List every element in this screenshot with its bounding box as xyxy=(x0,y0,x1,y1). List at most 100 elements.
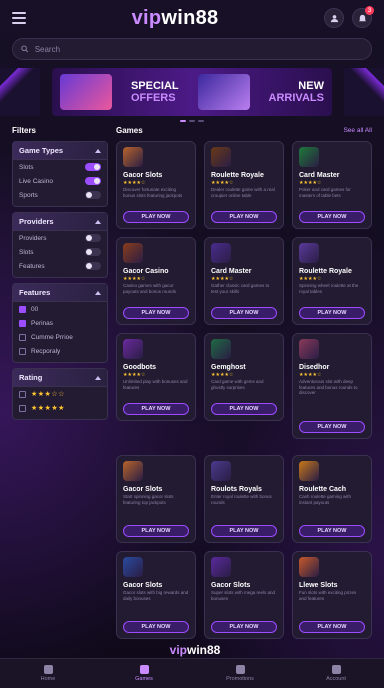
game-card[interactable]: Gacor Slots Gacor slots with big rewards … xyxy=(116,551,196,639)
carousel-dot[interactable] xyxy=(198,120,204,122)
game-card[interactable]: Roulette Cach Cash roulette gaming with i… xyxy=(292,455,372,543)
play-now-button[interactable]: PLAY NOW xyxy=(299,525,365,537)
game-type-row[interactable]: Slots xyxy=(13,160,107,174)
game-card[interactable]: Disedhor ★★★★☆ Adventurous slot with deep … xyxy=(292,333,372,439)
game-thumbnail xyxy=(123,557,143,577)
feature-label: Perinas xyxy=(31,319,54,327)
play-now-button[interactable]: PLAY NOW xyxy=(211,307,277,319)
game-name: Goodbots xyxy=(123,364,157,371)
rating-row[interactable]: ★★★☆☆ xyxy=(13,387,107,401)
play-now-button[interactable]: PLAY NOW xyxy=(299,307,365,319)
game-thumbnail xyxy=(211,557,231,577)
search-bar[interactable] xyxy=(12,38,372,60)
game-type-toggle[interactable] xyxy=(85,191,101,199)
play-now-button[interactable]: PLAY NOW xyxy=(211,525,277,537)
game-type-label: Live Casino xyxy=(19,177,53,185)
nav-item-home[interactable]: Home xyxy=(18,665,78,682)
game-rating: ★★★★☆ xyxy=(299,372,322,378)
game-card[interactable]: Roulette Royale ★★★★☆ Spinning wheel roule… xyxy=(292,237,372,325)
search-input[interactable] xyxy=(34,44,363,54)
feature-row[interactable]: 00 xyxy=(13,302,107,316)
game-card[interactable]: Card Master ★★★★☆ Poker and card games for… xyxy=(292,141,372,229)
promo-banner[interactable]: SPECIAL OFFERS NEW ARRIVALS xyxy=(0,68,384,116)
menu-icon[interactable] xyxy=(12,12,26,24)
feature-checkbox[interactable] xyxy=(19,319,26,327)
filter-rating: Rating ★★★☆☆ ★★★★★ xyxy=(12,368,108,420)
game-card[interactable]: Roulette Royale ★★★★☆ Dealer roulette game… xyxy=(204,141,284,229)
logo[interactable]: vipwin88 xyxy=(132,7,219,30)
game-card[interactable]: Goodbots ★★★★☆ Unlimited play with bonuses… xyxy=(116,333,196,421)
provider-toggle[interactable] xyxy=(85,262,101,270)
rating-checkbox[interactable] xyxy=(19,404,26,412)
game-thumbnail xyxy=(299,147,319,167)
app: vipwin88 3 SPECIAL OFFERS NEW xyxy=(0,0,384,639)
game-card[interactable]: Gemghost ★★★★☆ Card game with gems and gho… xyxy=(204,333,284,421)
game-name: Card Master xyxy=(211,268,252,275)
game-card[interactable]: Llewe Slots Fun slots with exciting prize… xyxy=(292,551,372,639)
play-now-button[interactable]: PLAY NOW xyxy=(299,421,365,433)
game-description: Casino games with gacor payouts and bonu… xyxy=(123,283,177,294)
play-now-button[interactable]: PLAY NOW xyxy=(123,211,189,223)
provider-label: Slots xyxy=(19,248,34,256)
filter-rating-header[interactable]: Rating xyxy=(13,369,107,387)
game-type-row[interactable]: Live Casino xyxy=(13,174,107,188)
play-now-button[interactable]: PLAY NOW xyxy=(299,621,365,633)
game-card[interactable]: Gacor Slots Start spinning gacor slots fe… xyxy=(116,455,196,543)
user-icon[interactable] xyxy=(324,8,344,28)
play-now-button[interactable]: PLAY NOW xyxy=(123,403,189,415)
nav-item-account[interactable]: Account xyxy=(306,665,366,682)
feature-checkbox[interactable] xyxy=(19,333,26,341)
feature-row[interactable]: Recporaly xyxy=(13,344,107,358)
play-now-button[interactable]: PLAY NOW xyxy=(211,403,277,415)
provider-row[interactable]: Slots xyxy=(13,245,107,259)
rating-row[interactable]: ★★★★★ xyxy=(13,401,107,415)
game-card[interactable]: Card Master ★★★★☆ Gather classic card game… xyxy=(204,237,284,325)
play-now-button[interactable]: PLAY NOW xyxy=(299,211,365,223)
carousel-dot[interactable] xyxy=(189,120,195,122)
provider-toggle[interactable] xyxy=(85,234,101,242)
filter-game-types-title: Game Types xyxy=(19,146,64,155)
filter-providers-header[interactable]: Providers xyxy=(13,213,107,231)
provider-toggle[interactable] xyxy=(85,248,101,256)
game-thumbnail xyxy=(299,461,319,481)
feature-checkbox[interactable] xyxy=(19,347,26,355)
game-name: Gacor Slots xyxy=(123,486,163,493)
game-thumbnail xyxy=(123,339,143,359)
games-title: Games xyxy=(116,126,143,135)
game-card[interactable]: Gacor Casino ★★★★☆ Casino games with gacor… xyxy=(116,237,196,325)
game-card[interactable]: Roulots Royals Enter royal roulette with … xyxy=(204,455,284,543)
feature-checkbox[interactable] xyxy=(19,305,26,313)
feature-row[interactable]: Cumme Prrioe xyxy=(13,330,107,344)
game-rating: ★★★★☆ xyxy=(123,372,146,378)
play-now-button[interactable]: PLAY NOW xyxy=(211,211,277,223)
banner-art-left xyxy=(60,74,112,110)
nav-label: Home xyxy=(40,676,56,682)
game-type-row[interactable]: Sports xyxy=(13,188,107,202)
play-now-button[interactable]: PLAY NOW xyxy=(123,621,189,633)
game-card[interactable]: Gacor Slots ★★★★☆ Discover fortunate excit… xyxy=(116,141,196,229)
feature-row[interactable]: Perinas xyxy=(13,316,107,330)
provider-row[interactable]: Providers xyxy=(13,231,107,245)
game-description: Gather classic card games to test your s… xyxy=(211,283,270,294)
see-all-link[interactable]: See all All xyxy=(343,127,372,134)
filter-features-header[interactable]: Features xyxy=(13,284,107,302)
game-card[interactable]: Gacor Slots Super slots with mega reels a… xyxy=(204,551,284,639)
play-now-button[interactable]: PLAY NOW xyxy=(123,307,189,319)
game-description: Discover fortunate exciting bonus slots … xyxy=(123,187,183,198)
banner-left-text: SPECIAL OFFERS xyxy=(131,80,179,104)
filter-providers: Providers Providers Slots Features xyxy=(12,212,108,278)
filter-game-types-header[interactable]: Game Types xyxy=(13,142,107,160)
game-type-toggle[interactable] xyxy=(85,177,101,185)
nav-item-promotions[interactable]: Promotions xyxy=(210,665,270,682)
nav-item-games[interactable]: Games xyxy=(114,665,174,682)
rating-checkbox[interactable] xyxy=(19,390,26,398)
play-now-button[interactable]: PLAY NOW xyxy=(123,525,189,537)
play-now-button[interactable]: PLAY NOW xyxy=(211,621,277,633)
game-type-toggle[interactable] xyxy=(85,163,101,171)
rating-list: ★★★☆☆ ★★★★★ xyxy=(13,387,107,415)
bell-icon[interactable]: 3 xyxy=(352,6,374,28)
game-name: Gacor Slots xyxy=(211,582,251,589)
carousel-dot[interactable] xyxy=(180,120,186,122)
games-header: Games See all All xyxy=(116,126,372,135)
provider-row[interactable]: Features xyxy=(13,259,107,273)
